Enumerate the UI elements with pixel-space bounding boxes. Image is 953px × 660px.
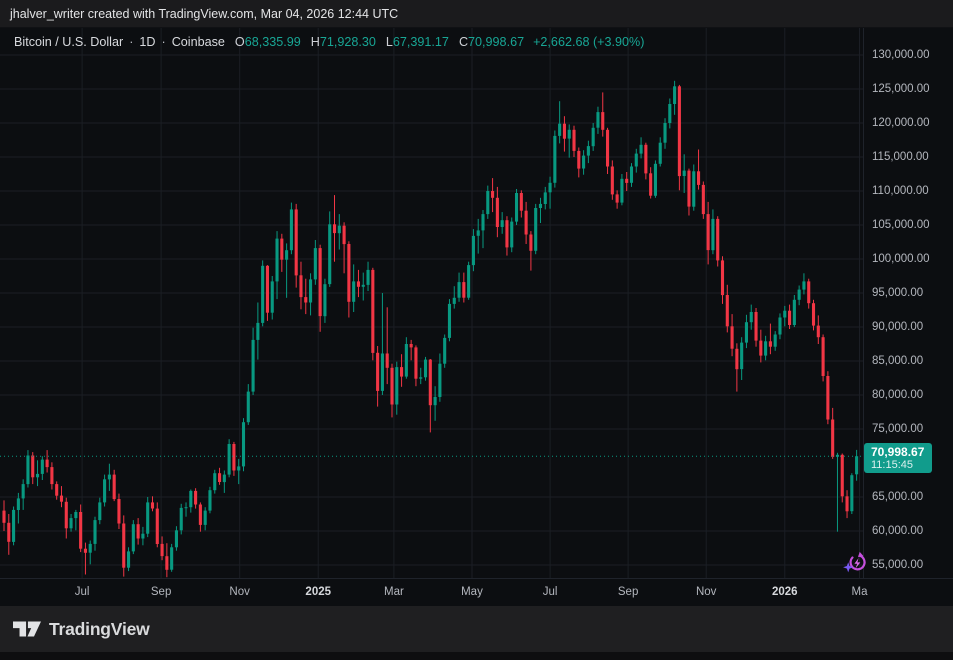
candlestick-chart[interactable] [0,28,863,578]
current-price-value: 70,998.67 [871,445,932,459]
price-axis-label: 60,000.00 [872,523,923,539]
footer-bar: TradingView [0,606,953,652]
bar-countdown: 11:15:45 [871,459,932,471]
price-axis-label: 55,000.00 [872,557,923,573]
price-axis-label: 130,000.00 [872,47,930,63]
chart-area[interactable]: Bitcoin / U.S. Dollar·1D·CoinbaseO68,335… [0,28,863,578]
bottom-strip [0,652,953,660]
chart-legend: Bitcoin / U.S. Dollar·1D·CoinbaseO68,335… [14,35,644,49]
price-axis-label: 80,000.00 [872,387,923,403]
attribution-bar: jhalver_writer created with TradingView.… [0,0,953,28]
time-axis-label: May [461,586,483,598]
price-axis-label: 110,000.00 [872,183,929,199]
price-axis-label: 65,000.00 [872,489,923,505]
time-axis-label: Nov [696,586,716,598]
chart-main: Bitcoin / U.S. Dollar·1D·CoinbaseO68,335… [0,28,953,578]
time-axis-label: Jul [543,586,558,598]
symbol-title[interactable]: Bitcoin / U.S. Dollar [14,35,123,49]
legend-separator: · [129,35,133,49]
time-axis-label: Sep [151,586,171,598]
sparkle-refresh-icon[interactable] [843,549,870,576]
price-axis-label: 75,000.00 [872,421,923,437]
time-axis-label: Mar [384,586,404,598]
ohlc-letter: C [459,35,468,49]
current-price-tag: 70,998.67 11:15:45 [864,443,932,473]
time-axis-label: Jul [75,586,90,598]
tradingview-logo[interactable] [13,621,41,637]
ohlc-letter: O [235,35,245,49]
ohlc-letter: L [386,35,393,49]
price-axis-label: 120,000.00 [872,115,930,131]
price-axis-label: 115,000.00 [872,149,929,165]
price-axis-label: 85,000.00 [872,353,923,369]
price-axis-label: 125,000.00 [872,81,930,97]
ohlc-value: 71,928.30 [320,35,376,49]
attribution-text: jhalver_writer created with TradingView.… [10,7,398,21]
tradingview-wordmark[interactable]: TradingView [49,619,150,640]
change-value: +2,662.68 (+3.90%) [533,35,644,49]
time-axis-label: Nov [229,586,249,598]
ohlc-letter: H [311,35,320,49]
price-axis[interactable]: 70,998.67 11:15:45 130,000.00 125,000.00 1… [863,28,953,578]
legend-separator: · [162,35,166,49]
ohlc-value: 67,391.17 [393,35,449,49]
price-axis-label: 90,000.00 [872,319,923,335]
ohlc-value: 68,335.99 [245,35,301,49]
price-axis-label: 105,000.00 [872,217,930,233]
ohlc-values: O68,335.99 H71,928.30 L67,391.17 C70,998.67 [225,35,524,49]
tradingview-snapshot: jhalver_writer created with TradingView.… [0,0,953,660]
time-axis-label: 2026 [772,586,798,598]
price-axis-label: 100,000.00 [872,251,930,267]
ohlc-value: 70,998.67 [468,35,524,49]
time-axis[interactable]: Jul Sep Nov 2025 Mar May Jul Sep Nov 2026 Ma [0,578,953,606]
exchange-label[interactable]: Coinbase [172,35,225,49]
time-axis-label: Ma [851,586,867,598]
time-axis-label: Sep [618,586,638,598]
time-axis-label: 2025 [305,586,331,598]
interval-label[interactable]: 1D [139,35,155,49]
price-axis-label: 95,000.00 [872,285,923,301]
